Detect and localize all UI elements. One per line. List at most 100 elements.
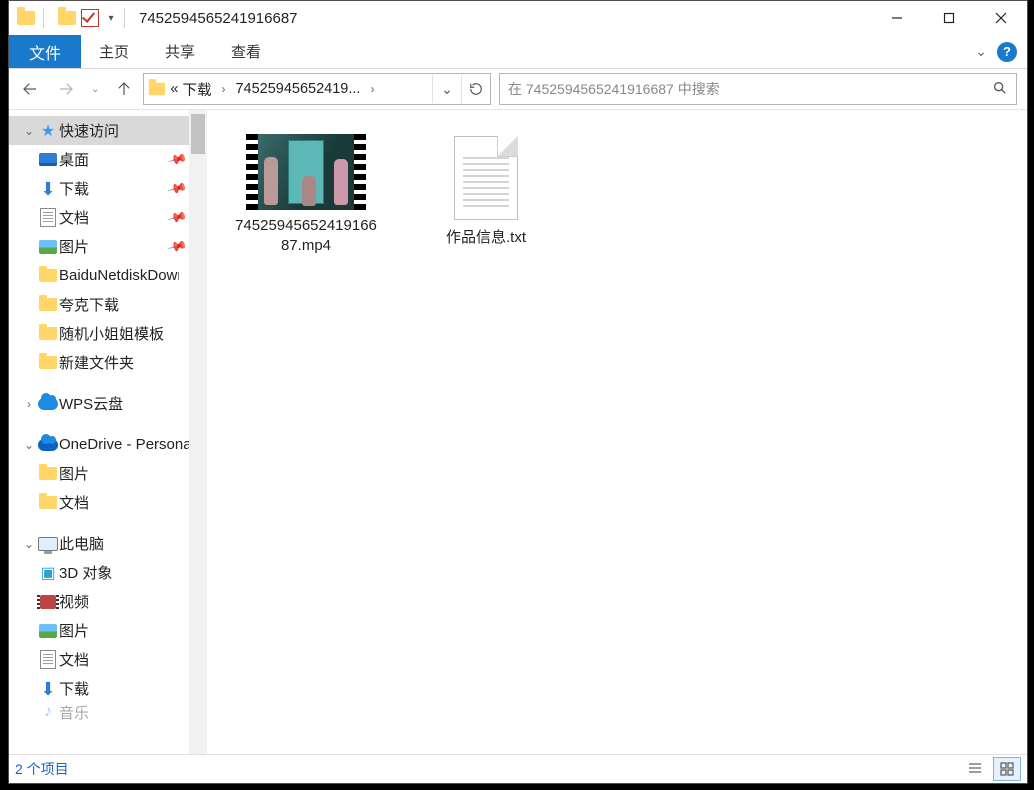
search-icon[interactable] — [992, 80, 1008, 99]
sidebar-item-downloads-pc[interactable]: ⬇ 下载 — [9, 674, 207, 703]
tab-home[interactable]: 主页 — [81, 35, 147, 68]
tab-share[interactable]: 共享 — [147, 35, 213, 68]
star-icon: ★ — [37, 121, 59, 141]
sidebar-item-label: 桌面 — [59, 149, 89, 170]
status-bar: 2 个项目 — [9, 754, 1027, 783]
sidebar-scrollbar[interactable] — [189, 110, 207, 754]
nav-forward-button[interactable] — [55, 78, 77, 100]
view-thumbnails-button[interactable] — [993, 757, 1021, 781]
address-bar[interactable]: « 下载 › 74525945652419... › ⌄ — [143, 73, 491, 105]
sidebar-item-random-template[interactable]: 随机小姐姐模板 — [9, 319, 207, 348]
sidebar-item-od-documents[interactable]: 文档 — [9, 488, 207, 517]
pictures-icon — [37, 240, 59, 254]
titlebar-separator — [124, 8, 125, 28]
sidebar-item-label: WPS云盘 — [59, 393, 123, 414]
sidebar-item-downloads[interactable]: ⬇ 下载 📌 — [9, 174, 207, 203]
qat-customize-dropdown[interactable]: ▾ — [104, 13, 118, 24]
tab-file[interactable]: 文件 — [9, 35, 81, 68]
sidebar-item-label: 此电脑 — [59, 533, 104, 554]
maximize-button[interactable] — [923, 1, 975, 35]
sidebar-item-label: 文档 — [59, 492, 89, 513]
sidebar-item-quark[interactable]: 夸克下载 — [9, 290, 207, 319]
status-item-count: 2 个项目 — [15, 759, 69, 779]
items-view: 7452594565241916687.mp4 作品信息.txt — [207, 110, 1027, 255]
sidebar-item-pictures[interactable]: 图片 📌 — [9, 232, 207, 261]
sidebar-item-pictures-pc[interactable]: 图片 — [9, 616, 207, 645]
breadcrumb-separator-icon[interactable]: › — [364, 82, 380, 96]
search-placeholder: 在 7452594565241916687 中搜索 — [508, 79, 720, 99]
nav-history-dropdown[interactable]: ⌄ — [91, 84, 99, 95]
quick-access-toolbar: ▾ — [78, 6, 118, 30]
text-file-icon — [454, 136, 518, 220]
sidebar-item-label: 文档 — [59, 207, 89, 228]
close-button[interactable] — [975, 1, 1027, 35]
refresh-button[interactable] — [461, 75, 490, 103]
sidebar-item-od-pictures[interactable]: 图片 — [9, 459, 207, 488]
breadcrumb-separator-icon[interactable]: › — [215, 82, 231, 96]
titlebar-separator — [43, 8, 44, 28]
sidebar-item-documents-pc[interactable]: 文档 — [9, 645, 207, 674]
address-dropdown-button[interactable]: ⌄ — [432, 75, 461, 103]
file-item-text[interactable]: 作品信息.txt — [411, 110, 561, 248]
breadcrumbs: « 下载 › 74525945652419... › — [170, 79, 380, 100]
folder-icon — [37, 356, 59, 369]
download-icon: ⬇ — [37, 180, 59, 198]
sidebar-item-this-pc[interactable]: ⌄ 此电脑 — [9, 529, 207, 558]
nav-back-button[interactable] — [19, 78, 41, 100]
sidebar-item-label: 快速访问 — [59, 120, 119, 141]
address-folder-icon — [144, 82, 170, 96]
file-item-label: 作品信息.txt — [411, 228, 561, 248]
folder-icon — [37, 269, 59, 282]
sidebar-item-label: 文档 — [59, 649, 89, 670]
breadcrumb-item[interactable]: 下载 — [182, 79, 211, 100]
sidebar-item-new-folder[interactable]: 新建文件夹 — [9, 348, 207, 377]
minimize-button[interactable] — [871, 1, 923, 35]
explorer-window: ▾ 7452594565241916687 文件 主页 共享 查看 ⌄ ? ⌄ — [8, 0, 1028, 784]
desktop-icon — [37, 153, 59, 166]
ribbon-expand-button[interactable]: ⌄ — [975, 43, 987, 60]
breadcrumb-overflow[interactable]: « — [170, 81, 178, 97]
search-box[interactable]: 在 7452594565241916687 中搜索 — [499, 73, 1017, 105]
folder-icon — [37, 327, 59, 340]
nav-up-button[interactable] — [113, 78, 135, 100]
window-folder-icon — [15, 7, 37, 29]
sidebar-item-label: 3D 对象 — [59, 562, 112, 583]
folder-icon — [37, 496, 59, 509]
sidebar-scrollbar-thumb[interactable] — [191, 114, 205, 154]
sidebar-item-desktop[interactable]: 桌面 📌 — [9, 145, 207, 174]
download-icon: ⬇ — [37, 680, 59, 698]
view-details-button[interactable] — [961, 757, 989, 781]
sidebar-item-label: 下载 — [59, 178, 89, 199]
video-icon — [37, 595, 59, 609]
qat-properties-button[interactable] — [78, 6, 102, 30]
window-title: 7452594565241916687 — [139, 10, 298, 27]
sidebar-item-wps-cloud[interactable]: › WPS云盘 — [9, 389, 207, 418]
ribbon-tabs: 文件 主页 共享 查看 ⌄ ? — [9, 35, 1027, 69]
folder-icon — [37, 298, 59, 311]
sidebar-item-3d-objects[interactable]: ▣ 3D 对象 — [9, 558, 207, 587]
qat-folder-icon[interactable] — [56, 7, 78, 29]
pin-icon: 📌 — [166, 149, 188, 171]
titlebar[interactable]: ▾ 7452594565241916687 — [9, 1, 1027, 35]
navigation-pane[interactable]: ⌄★ 快速访问 桌面 📌 ⬇ 下载 📌 文档 📌 — [9, 110, 207, 754]
sidebar-item-quick-access[interactable]: ⌄★ 快速访问 — [9, 116, 207, 145]
window-body: ⌄★ 快速访问 桌面 📌 ⬇ 下载 📌 文档 📌 — [9, 109, 1027, 754]
sidebar-item-music-pc[interactable]: ♪ 音乐 — [9, 703, 207, 721]
content-pane[interactable]: 7452594565241916687.mp4 作品信息.txt — [207, 110, 1027, 754]
sidebar-item-documents[interactable]: 文档 📌 — [9, 203, 207, 232]
sidebar-item-label: 图片 — [59, 463, 89, 484]
music-icon: ♪ — [37, 703, 59, 721]
window-controls — [871, 1, 1027, 35]
help-button[interactable]: ? — [997, 42, 1017, 62]
sidebar-item-videos[interactable]: 视频 — [9, 587, 207, 616]
sidebar-item-onedrive[interactable]: ⌄ OneDrive - Personal — [9, 430, 207, 459]
file-item-video[interactable]: 7452594565241916687.mp4 — [231, 134, 381, 255]
file-item-label: 7452594565241916687.mp4 — [231, 216, 381, 255]
breadcrumb-item[interactable]: 74525945652419... — [235, 81, 360, 97]
sidebar-item-label: 音乐 — [59, 703, 89, 721]
sidebar-item-baidu[interactable]: BaiduNetdiskDownload — [9, 261, 207, 290]
sidebar-item-label: 下载 — [59, 678, 89, 699]
nav-buttons: ⌄ — [19, 78, 135, 100]
sidebar-item-label: 图片 — [59, 236, 89, 257]
tab-view[interactable]: 查看 — [213, 35, 279, 68]
